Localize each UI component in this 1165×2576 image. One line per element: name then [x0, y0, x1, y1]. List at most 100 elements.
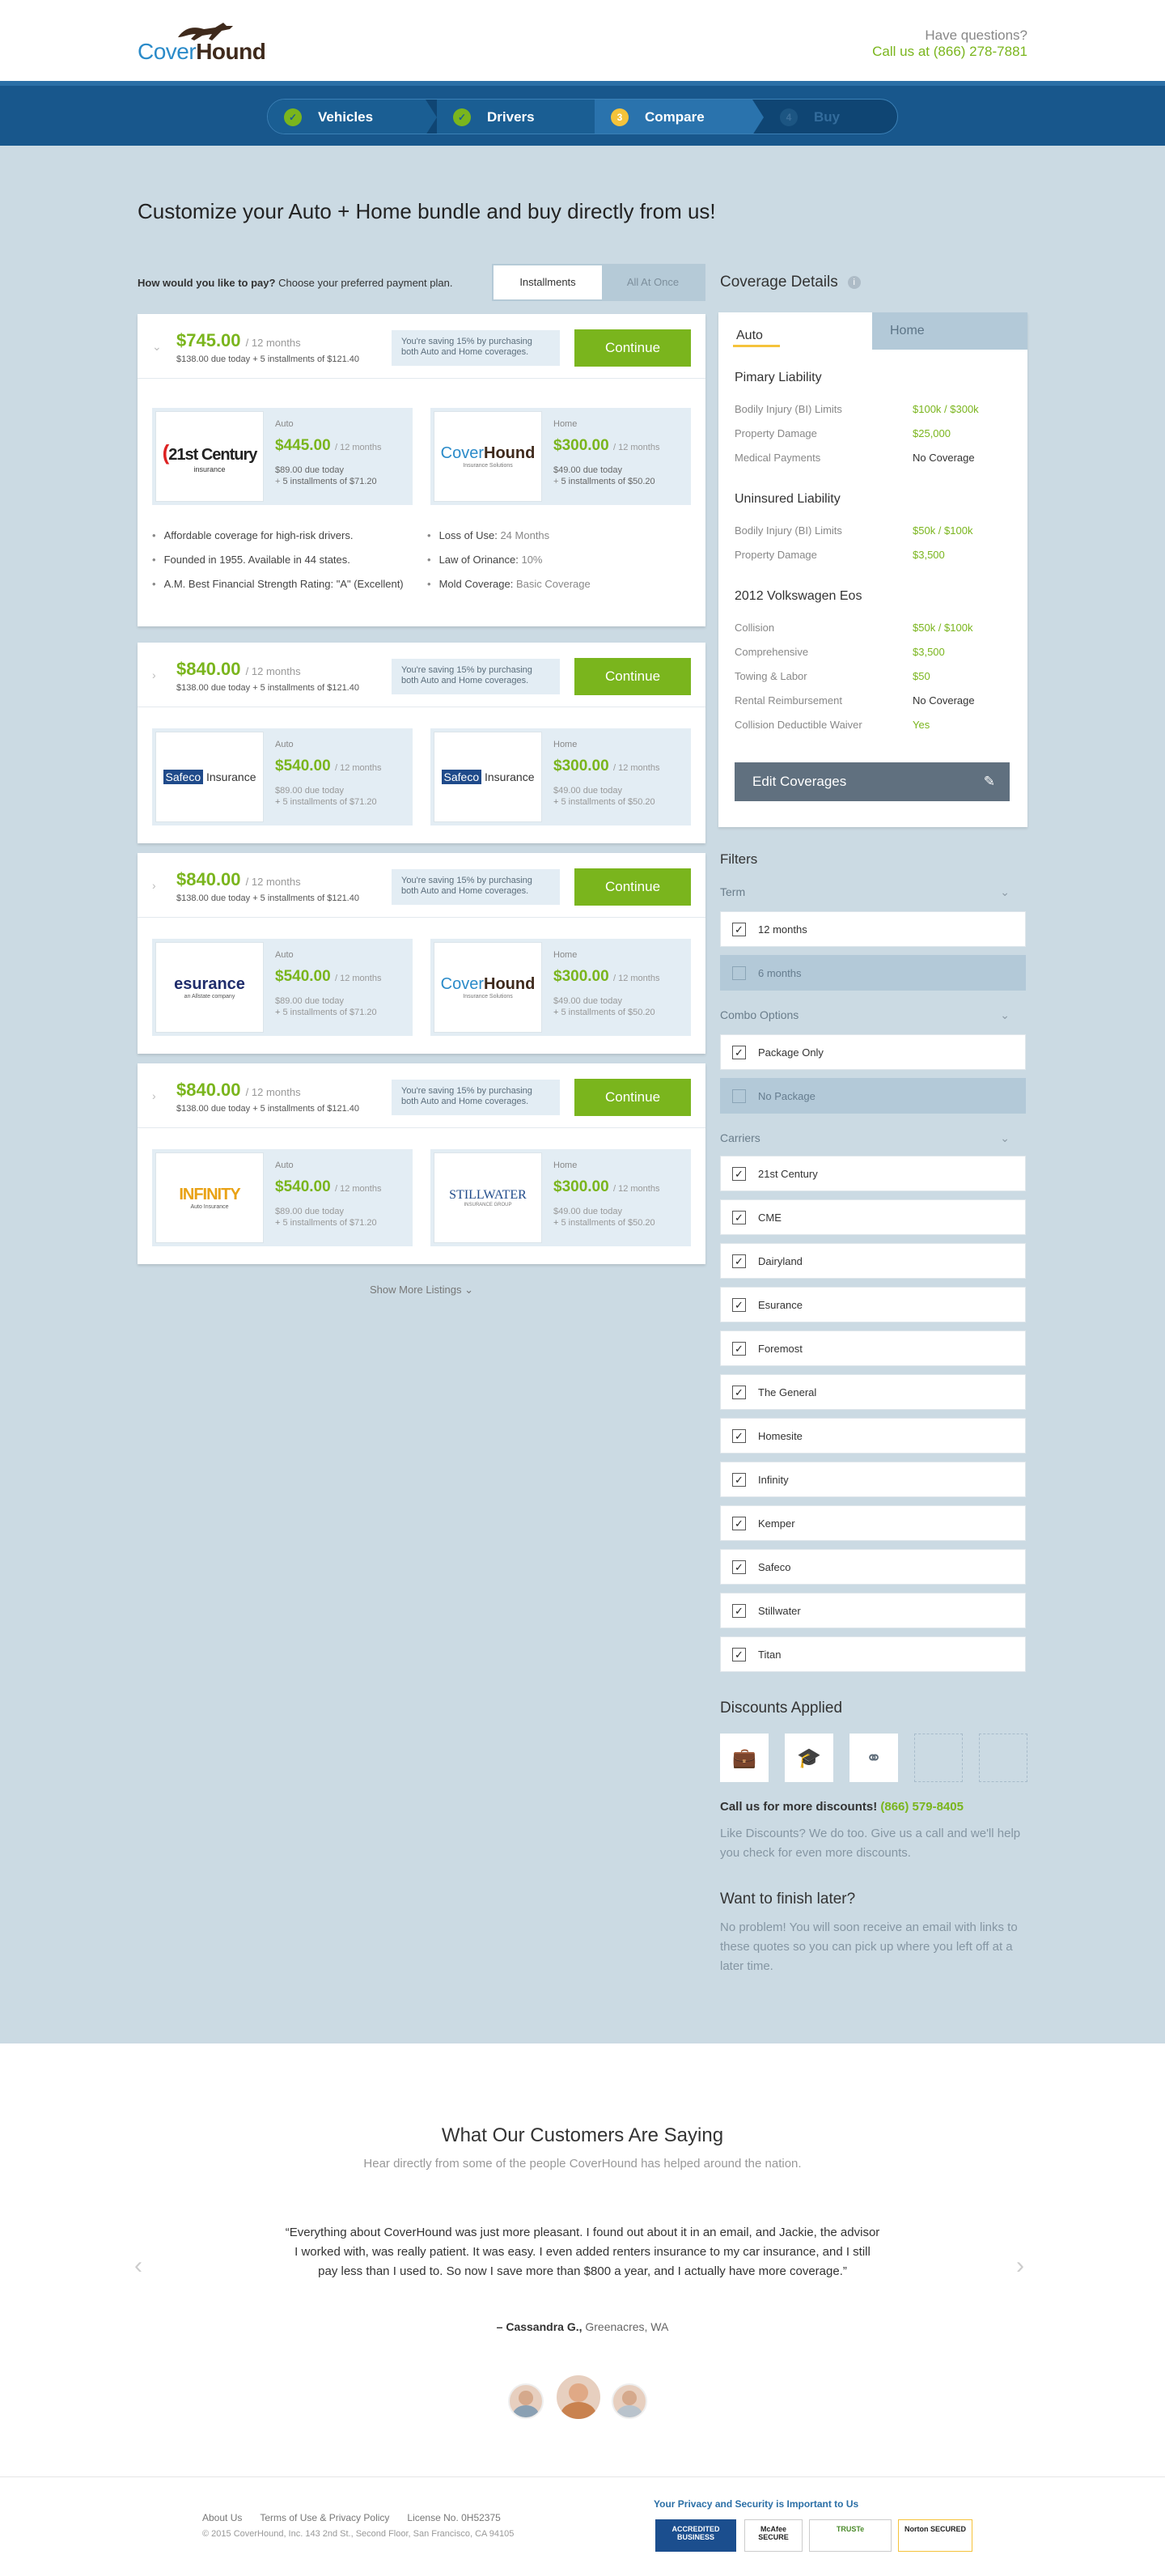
carrier-filter[interactable]: ✓ Esurance	[720, 1287, 1026, 1322]
site-header: CoverHound Have questions? Call us at (8…	[0, 0, 1165, 81]
continue-button[interactable]: Continue	[574, 658, 691, 695]
norton-badge[interactable]: Norton SECURED	[898, 2519, 972, 2552]
step-buy: 4 Buy	[764, 100, 897, 134]
continue-button[interactable]: Continue	[574, 329, 691, 367]
avatar-active[interactable]	[555, 2374, 602, 2421]
carrier-filter[interactable]: ✓ Kemper	[720, 1505, 1026, 1541]
testimonial-author: – Cassandra G., Greenacres, WA	[496, 2320, 669, 2333]
discount-phone-link[interactable]: (866) 579-8405	[880, 1800, 964, 1814]
checkbox-checked-icon: ✓	[732, 1386, 746, 1399]
filter-option[interactable]: ✓ Package Only	[720, 1034, 1026, 1070]
collapse-icon[interactable]: ⌄	[152, 340, 162, 354]
carrier-filter[interactable]: ✓ The General	[720, 1374, 1026, 1410]
next-arrow-icon[interactable]: ›	[1016, 2252, 1024, 2280]
truste-badge[interactable]: TRUSTe	[809, 2519, 892, 2552]
auto-quote[interactable]: esurance an Allstate company Auto $540.00…	[152, 939, 413, 1036]
all-at-once-option[interactable]: All At Once	[602, 265, 704, 299]
show-more-listings-link[interactable]: Show More Listings ⌄	[138, 1284, 705, 1296]
step-drivers[interactable]: ✓ Drivers	[437, 100, 595, 134]
expand-icon[interactable]: ›	[152, 879, 156, 892]
auto-quote[interactable]: (21st Century insurance Auto $445.00 / 1…	[152, 408, 413, 505]
feature-item: Law of Orinance: 10%	[427, 554, 543, 566]
home-quote[interactable]: CoverHound Insurance Solutions Home $300…	[430, 408, 691, 505]
checkbox-checked-icon: ✓	[732, 1342, 746, 1356]
carrier-filter[interactable]: ✓ CME	[720, 1199, 1026, 1235]
check-icon: ✓	[453, 108, 471, 126]
filter-group-combo[interactable]: Combo Options ⌄	[720, 1008, 1026, 1021]
testimonials-title: What Our Customers Are Saying	[441, 2124, 724, 2146]
feature-item: Loss of Use: 24 Months	[427, 529, 550, 541]
coverage-row: Towing & Labor $50	[735, 670, 930, 682]
carrier-filter[interactable]: ✓ Dairyland	[720, 1243, 1026, 1279]
filter-group-term[interactable]: Term ⌄	[720, 885, 1026, 898]
carrier-filter[interactable]: ✓ Infinity	[720, 1462, 1026, 1497]
step-vehicles[interactable]: ✓ Vehicles	[268, 100, 426, 134]
coverage-row: Property Damage $25,000	[735, 427, 951, 439]
home-quote[interactable]: Safeco Insurance Home $300.00 / 12 month…	[430, 728, 691, 825]
feature-item: Affordable coverage for high-risk driver…	[152, 529, 354, 541]
coverage-row: Comprehensive $3,500	[735, 646, 945, 658]
carrier-logo-21st-century: (21st Century insurance	[155, 411, 264, 502]
filter-option[interactable]: No Package	[720, 1078, 1026, 1114]
step-compare[interactable]: 3 Compare	[595, 100, 752, 134]
auto-quote[interactable]: INFINITY Auto Insurance Auto $540.00 / 12…	[152, 1149, 413, 1246]
expand-icon[interactable]: ›	[152, 668, 156, 681]
auto-quote[interactable]: Safeco Insurance Auto $540.00 / 12 month…	[152, 728, 413, 825]
home-quote[interactable]: STILLWATER INSURANCE GROUP Home $300.00 /…	[430, 1149, 691, 1246]
mcafee-badge[interactable]: McAfee SECURE	[744, 2519, 803, 2552]
continue-button[interactable]: Continue	[574, 1079, 691, 1116]
coverage-details-title: Coverage Details i	[720, 274, 861, 291]
prev-arrow-icon[interactable]: ‹	[134, 2252, 142, 2280]
due-today: $138.00 due today + 5 installments of $1…	[176, 893, 359, 903]
coverhound-logo[interactable]: CoverHound	[138, 21, 275, 64]
rings-icon: ⚭	[849, 1734, 898, 1782]
savings-note: You're saving 15% by purchasing both Aut…	[392, 869, 560, 905]
section-title: 2012 Volkswagen Eos	[735, 589, 862, 603]
checkbox-checked-icon: ✓	[732, 1517, 746, 1530]
continue-button[interactable]: Continue	[574, 868, 691, 906]
check-icon: ✓	[284, 108, 302, 126]
filter-group-carriers[interactable]: Carriers ⌄	[720, 1131, 1026, 1144]
listing-card: › $840.00 / 12 months $138.00 due today …	[138, 853, 705, 1054]
finish-later-title: Want to finish later?	[720, 1891, 856, 1908]
avatar[interactable]	[508, 2383, 544, 2419]
bundle-price: $840.00 / 12 months	[176, 869, 301, 889]
filter-option[interactable]: ✓ 12 months	[720, 911, 1026, 947]
terms-link[interactable]: Terms of Use & Privacy Policy	[260, 2512, 389, 2523]
copyright: © 2015 CoverHound, Inc. 143 2nd St., Sec…	[202, 2529, 515, 2539]
about-link[interactable]: About Us	[202, 2512, 242, 2523]
avatar[interactable]	[612, 2383, 647, 2419]
chevron-down-icon: ⌄	[1000, 1131, 1010, 1144]
filter-option[interactable]: 6 months	[720, 955, 1026, 991]
tab-auto[interactable]: Auto	[718, 312, 872, 350]
bbb-badge[interactable]: ACCREDITED BUSINESS	[655, 2519, 736, 2552]
carrier-logo-infinity: INFINITY Auto Insurance	[155, 1152, 264, 1243]
feature-item: Founded in 1955. Available in 44 states.	[152, 554, 350, 566]
tab-home[interactable]: Home	[872, 312, 1027, 350]
testimonials-section: What Our Customers Are Saying Hear direc…	[0, 2043, 1165, 2476]
coverage-row: Rental Reimbursement No Coverage	[735, 694, 975, 707]
header-phone-link[interactable]: Call us at (866) 278-7881	[872, 44, 1027, 60]
checkbox-checked-icon: ✓	[732, 1211, 746, 1224]
carrier-filter[interactable]: ✓ Homesite	[720, 1418, 1026, 1454]
carrier-filter[interactable]: ✓ 21st Century	[720, 1156, 1026, 1191]
info-icon[interactable]: i	[847, 276, 861, 289]
checkbox-checked-icon: ✓	[732, 1298, 746, 1312]
discount-description: Like Discounts? We do too. Give us a cal…	[720, 1827, 1021, 1860]
discounts-title: Discounts Applied	[720, 1700, 843, 1717]
installments-option[interactable]: Installments	[494, 265, 602, 299]
checkbox-checked-icon: ✓	[732, 1604, 746, 1618]
checkbox-checked-icon: ✓	[732, 1046, 746, 1059]
coverage-row: Collision $50k / $100k	[735, 622, 973, 634]
checkbox-checked-icon: ✓	[732, 1429, 746, 1443]
carrier-filter[interactable]: ✓ Safeco	[720, 1549, 1026, 1585]
carrier-filter[interactable]: ✓ Titan	[720, 1636, 1026, 1672]
listing-card: ⌄ $745.00 / 12 months $138.00 due today …	[138, 314, 705, 626]
home-quote[interactable]: CoverHound Insurance Solutions Home $300…	[430, 939, 691, 1036]
carrier-filter[interactable]: ✓ Stillwater	[720, 1593, 1026, 1628]
empty-discount-slot	[914, 1734, 963, 1782]
edit-coverages-button[interactable]: Edit Coverages ✎	[735, 762, 1010, 801]
section-title: Pimary Liability	[735, 371, 822, 384]
expand-icon[interactable]: ›	[152, 1089, 156, 1102]
carrier-filter[interactable]: ✓ Foremost	[720, 1330, 1026, 1366]
